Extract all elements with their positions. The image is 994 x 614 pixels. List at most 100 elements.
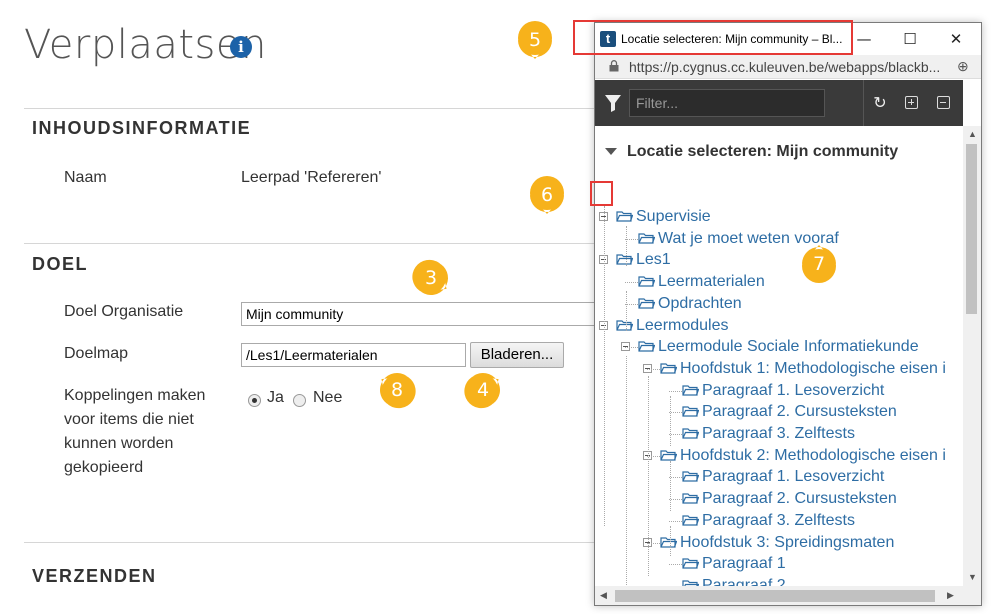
folder-icon (638, 233, 655, 244)
tree-node[interactable]: Leermodule Sociale Informatiekunde (621, 336, 919, 358)
horizontal-scrollbar[interactable]: ◀ ▶ (595, 586, 981, 605)
tree-node-label[interactable]: Opdrachten (658, 295, 742, 312)
links-label-line-1: Koppelingen maken (64, 387, 206, 404)
tree-connector (670, 396, 671, 446)
filter-icon (605, 95, 621, 112)
tree-node-label[interactable]: Paragraaf 3. Zelftests (702, 425, 855, 442)
tree-node[interactable]: Paragraaf 3. Zelftests (682, 510, 855, 532)
tree-node[interactable]: Paragraaf 2. Cursusteksten (682, 488, 897, 510)
folder-icon (682, 471, 699, 482)
tree-node-label[interactable]: Paragraaf 2. Cursusteksten (702, 490, 897, 507)
section-heading-submit: VERZENDEN (32, 566, 157, 586)
folder-icon (682, 515, 699, 526)
divider (24, 243, 594, 244)
tree-node-label[interactable]: Paragraaf 2 (702, 577, 786, 586)
zoom-icon[interactable]: ⊕ (957, 58, 969, 75)
tree-node[interactable]: Paragraaf 2. Cursusteksten (682, 401, 897, 423)
folder-icon (682, 428, 699, 439)
folder-icon (660, 363, 677, 374)
callout-number: 6 (540, 184, 554, 206)
tree-node[interactable]: Supervisie (599, 206, 711, 228)
address-bar: https://p.cygnus.cc.kuleuven.be/webapps/… (595, 55, 981, 79)
tree-node[interactable]: Opdrachten (638, 293, 742, 315)
tree-node-label[interactable]: Paragraaf 1. Lesoverzicht (702, 468, 884, 485)
vertical-scroll-thumb[interactable] (966, 144, 977, 314)
links-label-line-2: voor items die niet (64, 411, 194, 428)
tree-node-label[interactable]: Paragraaf 3. Zelftests (702, 512, 855, 529)
tree-node[interactable]: Hoofdstuk 1: Methodologische eisen i (643, 358, 946, 380)
scroll-down-icon[interactable]: ▼ (968, 572, 977, 582)
tree-connector (626, 226, 627, 266)
name-value: Leerpad 'Refereren' (241, 169, 382, 186)
collapse-all-icon[interactable] (937, 96, 950, 109)
scroll-right-icon[interactable]: ▶ (947, 590, 954, 601)
name-label: Naam (64, 169, 107, 186)
tree-node-label[interactable]: Leermodules (636, 317, 729, 334)
tree-connector (604, 206, 605, 526)
vertical-scrollbar[interactable]: ▲ ▼ (963, 126, 981, 586)
callout-marker: 4 (460, 370, 506, 410)
tree-node[interactable]: Leermaterialen (638, 271, 765, 293)
minimize-icon[interactable]: — (849, 29, 879, 49)
tree-panel: Locatie selecteren: Mijn community Super… (595, 126, 963, 586)
tree-node[interactable]: Hoofdstuk 3: Spreidingsmaten (643, 532, 894, 554)
links-label-line-4: gekopieerd (64, 459, 144, 476)
tree-node-label[interactable]: Paragraaf 1. Lesoverzicht (702, 382, 884, 399)
tree-node-label[interactable]: Hoofdstuk 2: Methodologische eisen i (680, 447, 946, 464)
folder-icon (682, 558, 699, 569)
tree-node[interactable]: Leermodules (599, 315, 729, 337)
radio-yes[interactable] (248, 394, 261, 407)
links-label-line-3: kunnen worden (64, 435, 174, 452)
tree-node-label[interactable]: Leermodule Sociale Informatiekunde (658, 338, 919, 355)
callout-marker: 8 (374, 370, 420, 410)
folder-icon (638, 298, 655, 309)
expand-all-icon[interactable] (905, 96, 918, 109)
tree-node[interactable]: Les1 (599, 249, 671, 271)
target-folder-input[interactable]: /Les1/Leermaterialen (241, 343, 466, 367)
collapse-triangle-icon[interactable] (605, 148, 617, 155)
callout-number: 3 (424, 267, 438, 289)
tree-node[interactable]: Paragraaf 2 (682, 575, 786, 586)
section-heading-content-info: INHOUDSINFORMATIE (32, 118, 252, 138)
target-org-select[interactable]: Mijn community (241, 302, 596, 326)
info-icon[interactable]: i (230, 36, 252, 58)
tree-node-label[interactable]: Hoofdstuk 1: Methodologische eisen i (680, 360, 946, 377)
tree-node-label[interactable]: Les1 (636, 251, 671, 268)
tree-heading: Locatie selecteren: Mijn community (627, 143, 899, 160)
divider (24, 108, 594, 109)
target-org-label: Doel Organisatie (64, 303, 184, 320)
refresh-icon[interactable]: ↻ (869, 92, 891, 114)
tree-node[interactable]: Paragraaf 1 (682, 553, 786, 575)
horizontal-scroll-thumb[interactable] (615, 590, 935, 602)
tree-node-label[interactable]: Supervisie (636, 208, 711, 225)
folder-icon (682, 384, 699, 396)
tree-node[interactable]: Paragraaf 3. Zelftests (682, 423, 855, 445)
scroll-left-icon[interactable]: ◀ (600, 590, 607, 601)
callout-number: 7 (812, 253, 826, 275)
url-text: https://p.cygnus.cc.kuleuven.be/webapps/… (629, 59, 941, 75)
tree-connector (625, 347, 638, 349)
filter-input[interactable]: Filter... (629, 89, 825, 117)
scroll-up-icon[interactable]: ▲ (968, 129, 977, 139)
radio-no-label: Nee (313, 389, 343, 406)
tree-node[interactable]: Paragraaf 1. Lesoverzicht (682, 380, 884, 402)
radio-no[interactable] (293, 394, 306, 407)
folder-icon (660, 536, 677, 548)
tree-node[interactable]: Hoofdstuk 2: Methodologische eisen i (643, 445, 946, 467)
maximize-icon[interactable]: ☐ (895, 29, 925, 49)
close-icon[interactable]: ✕ (941, 29, 971, 49)
tree-connector (647, 368, 660, 370)
callout-marker: 3 (408, 258, 454, 298)
tree-node[interactable]: Paragraaf 1. Lesoverzicht (682, 466, 884, 488)
tree-node-label[interactable]: Leermaterialen (658, 273, 765, 290)
tree-connector (625, 282, 638, 284)
toolbar-separator (863, 80, 864, 126)
folder-icon (638, 341, 655, 352)
tree-node-label[interactable]: Paragraaf 1 (702, 555, 786, 572)
divider (24, 542, 594, 543)
callout-number: 5 (528, 29, 542, 51)
folder-icon (638, 276, 655, 287)
folder-icon (682, 493, 699, 504)
tree-node-label[interactable]: Paragraaf 2. Cursusteksten (702, 403, 897, 420)
tree-node-label[interactable]: Hoofdstuk 3: Spreidingsmaten (680, 534, 894, 551)
